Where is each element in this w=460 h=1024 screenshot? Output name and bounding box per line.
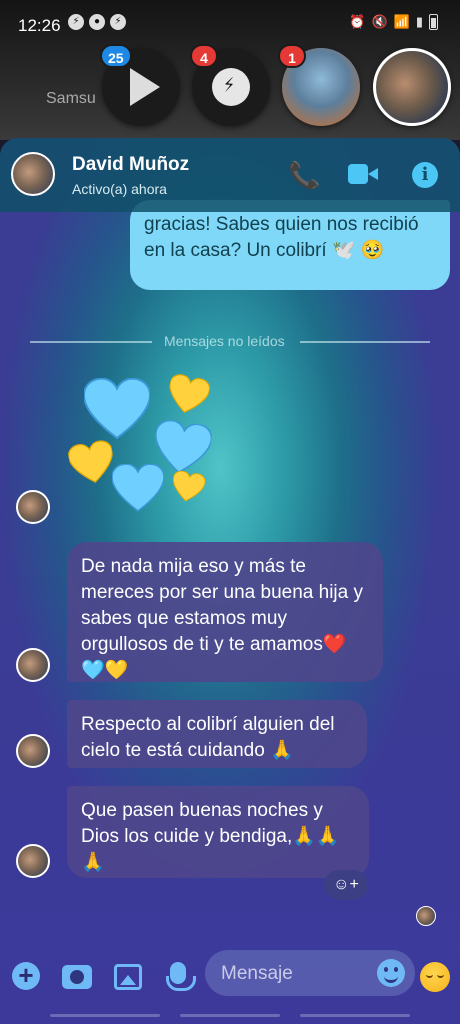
microphone-icon[interactable] — [166, 962, 196, 991]
quick-reaction-emoji-icon[interactable] — [420, 962, 450, 992]
message-incoming[interactable]: De nada mija eso y más te mereces por se… — [67, 542, 383, 682]
avatar[interactable] — [16, 490, 50, 524]
hearts-sticker[interactable] — [66, 368, 226, 518]
image-icon[interactable] — [114, 964, 142, 990]
message-outgoing[interactable]: gracias! Sabes quien nos recibió en la c… — [130, 200, 450, 290]
signal-icon: ▮ — [415, 14, 423, 29]
status-time: 12:26 — [18, 16, 61, 35]
add-reaction-button[interactable]: ☺+ — [324, 870, 368, 900]
launcher-label: Samsu — [46, 90, 96, 107]
avatar[interactable] — [16, 734, 50, 768]
avatar[interactable] — [11, 152, 55, 196]
message-input[interactable] — [221, 963, 371, 985]
avatar[interactable] — [16, 844, 50, 878]
status-bar: 12:26 ⚡ ● ⚡ ⏰ 🔇 📶 ▮ — [0, 0, 460, 50]
video-camera-icon[interactable] — [348, 164, 378, 184]
chat-window: David Muñoz Activo(a) ahora 📞 i gracias!… — [0, 138, 460, 1024]
badge-count: 4 — [190, 44, 218, 68]
divider-line — [300, 341, 430, 343]
messenger-icon — [212, 68, 250, 106]
unread-divider-label: Mensajes no leídos — [164, 333, 285, 349]
messenger-icon: ⚡ — [68, 14, 84, 30]
emoji-icon[interactable] — [377, 959, 405, 987]
unread-divider: Mensajes no leídos — [30, 332, 430, 352]
message-incoming[interactable]: Que pasen buenas noches y Dios los cuide… — [67, 786, 369, 878]
badge-count: 1 — [278, 44, 306, 68]
yellow-heart-icon — [164, 372, 211, 417]
message-incoming[interactable]: Respecto al colibrí alguien del cielo te… — [67, 700, 367, 768]
plus-icon[interactable]: + — [12, 962, 40, 990]
play-icon — [130, 68, 160, 106]
mute-icon: 🔇 — [371, 14, 388, 29]
yellow-heart-icon — [67, 438, 118, 487]
divider-line — [30, 341, 152, 343]
chat-head-contact-2[interactable] — [373, 48, 451, 126]
message-input-container[interactable] — [205, 950, 415, 996]
light-blue-heart-icon — [112, 464, 164, 512]
contact-name[interactable]: David Muñoz — [72, 154, 189, 176]
badge-count: 25 — [100, 44, 132, 68]
messenger-icon: ⚡ — [110, 14, 126, 30]
launcher-background: 12:26 ⚡ ● ⚡ ⏰ 🔇 📶 ▮ Samsu 25 4 1 — [0, 0, 460, 140]
contact-status: Activo(a) ahora — [72, 181, 167, 197]
info-icon[interactable]: i — [412, 162, 438, 188]
wifi-icon: 📶 — [393, 14, 410, 29]
chat-header: David Muñoz Activo(a) ahora 📞 i — [0, 138, 460, 212]
battery-icon — [429, 14, 438, 30]
status-system-icons: ⏰ 🔇 📶 ▮ — [349, 14, 438, 30]
phone-icon[interactable]: 📞 — [288, 160, 320, 191]
app-icon: ● — [89, 14, 105, 30]
nav-back-bar[interactable] — [50, 1014, 160, 1017]
light-blue-heart-icon — [84, 378, 150, 440]
yellow-heart-icon — [170, 469, 207, 504]
seen-indicator-avatar — [416, 906, 436, 926]
nav-recents-bar[interactable] — [300, 1014, 410, 1017]
camera-icon[interactable] — [62, 965, 92, 989]
nav-home-bar[interactable] — [180, 1014, 280, 1017]
system-navigation-bar — [0, 1008, 460, 1024]
status-notification-icons: ⚡ ● ⚡ — [68, 14, 126, 30]
message-composer: + — [0, 946, 460, 1016]
avatar[interactable] — [16, 648, 50, 682]
alarm-icon: ⏰ — [349, 14, 366, 29]
